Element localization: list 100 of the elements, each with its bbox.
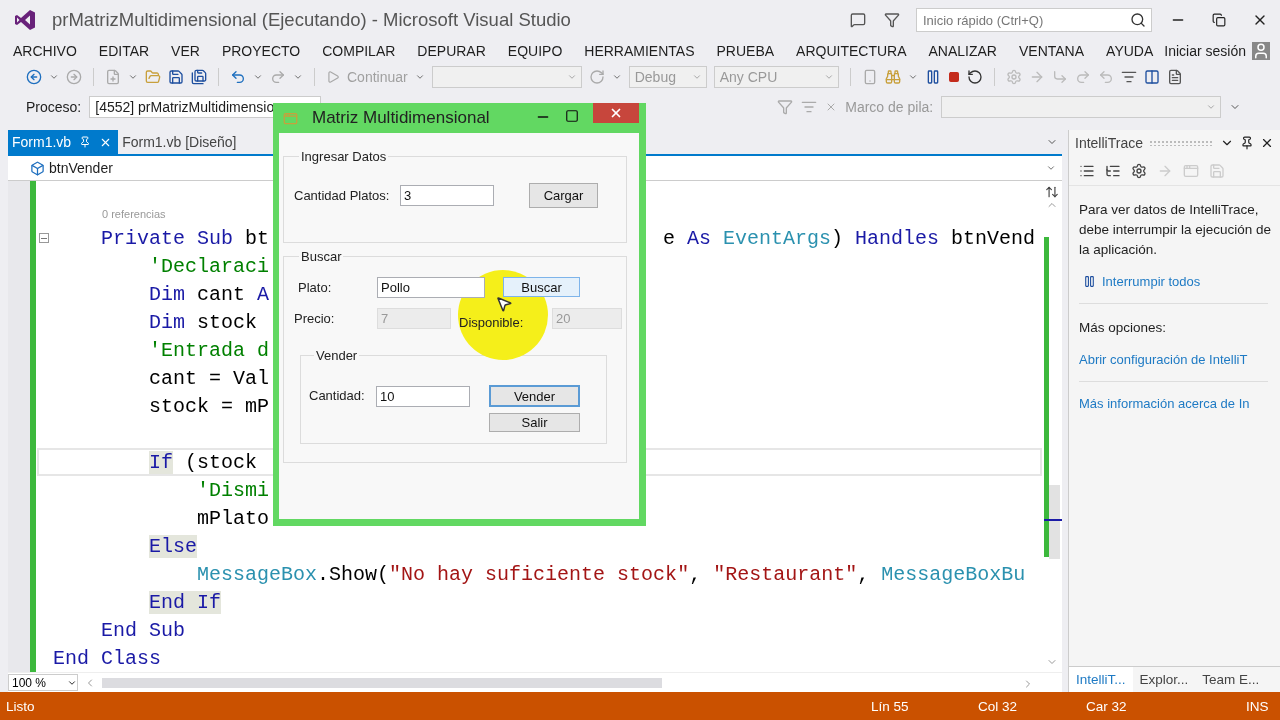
input-field[interactable]: 3 [400,184,494,206]
quick-launch-field[interactable]: Inicio rápido (Ctrl+Q) [916,8,1152,32]
member-icon [30,160,45,176]
editor-tab[interactable]: Form1.vb [Diseño] [118,130,243,154]
list-icon[interactable] [1120,69,1137,85]
filter-icon[interactable] [884,12,900,28]
exit-button[interactable]: Salir [489,412,580,432]
input-field[interactable]: Pollo [377,276,485,298]
form-icon [283,110,298,126]
member-name[interactable]: btnVender [49,160,113,176]
settings-icon[interactable] [1131,162,1147,179]
menu-item[interactable]: DEPURAR [406,43,497,59]
code-line: 'Declaraci [148,254,270,278]
panel-tab[interactable]: IntelliT... [1069,667,1133,692]
panel-tab[interactable]: Team E... [1195,667,1267,692]
code-line: mPlato [196,506,270,530]
menu-item[interactable]: ARCHIVO [2,43,88,59]
pause-icon[interactable] [1083,275,1096,288]
columns-icon[interactable] [1143,69,1160,85]
new-file-icon[interactable] [105,69,121,85]
forward-icon[interactable] [66,69,82,85]
redo-icon[interactable] [270,69,286,85]
pin-icon[interactable] [1240,136,1254,150]
window-icon[interactable] [1183,162,1199,179]
menu-item[interactable]: ANALIZAR [917,43,1008,59]
line-number: Lín 55 [871,698,910,714]
code-line: Dim stock [148,310,258,334]
step-into-icon[interactable] [1051,69,1068,85]
code-line: 'Dismi [196,478,270,502]
stack-frame-label: Marco de pila: [845,99,934,115]
step-out-icon[interactable] [1097,69,1114,85]
field-label: Cantidad Platos: [294,187,391,203]
panel-link[interactable]: Más información acerca de In [1079,396,1274,411]
options-label: Más opciones: [1079,319,1168,337]
play-icon[interactable] [326,70,340,84]
target-dropdown[interactable] [431,66,582,88]
menu-item[interactable]: PRUEBA [705,43,786,59]
find-icon[interactable] [884,69,901,85]
collapse-icon[interactable] [39,233,49,243]
save-icon[interactable] [168,69,184,85]
step-over-icon[interactable] [1074,69,1091,85]
restart-icon[interactable] [966,69,983,85]
sell-button[interactable]: Vender [489,385,580,407]
code-line: 'Entrada d [148,338,270,362]
code-line: MessageBox.Show("No hay suficiente stock", "Restaurant", MessageBoxBu [196,562,1026,586]
undo-icon[interactable] [230,69,246,85]
code-line: cant = Val [148,366,270,390]
save-all-icon[interactable] [191,69,207,85]
code-line: Private Sub bt [100,226,270,250]
code-line: Dim cant A [148,282,270,306]
group-title: Ingresar Datos [300,149,388,164]
scroll-thumb[interactable] [1049,485,1060,559]
input-field[interactable]: 10 [376,386,470,407]
zoom-dropdown[interactable]: 100 % [8,674,78,691]
document-icon[interactable] [1166,69,1183,85]
break-all-link[interactable]: Interrumpir todos [1102,274,1201,289]
code-line: stock = mP [148,394,270,418]
panel-tab[interactable]: Explor... [1132,667,1196,692]
back-icon[interactable] [26,69,42,85]
menu-item[interactable]: ARQUITECTURA [785,43,918,59]
field-label: Plato: [297,279,333,295]
code-line: e As EventArgs) Handles btnVend [663,226,1036,250]
load-button[interactable]: Cargar [529,182,598,208]
close-button[interactable] [593,103,639,123]
split-icon[interactable] [1045,185,1059,199]
pointer-icon [495,295,513,313]
menu-item[interactable]: EDITAR [87,43,161,59]
menu-item[interactable]: VENTANA [1008,43,1096,59]
menu-item[interactable]: COMPILAR [311,43,407,59]
column-number: Col 32 [978,698,1019,714]
codelens-text: 0 referencias [102,208,166,220]
menu-item[interactable]: AYUDA [1095,43,1165,59]
restore-icon[interactable] [1212,13,1226,27]
feedback-icon[interactable] [850,12,866,28]
search-icon[interactable] [1130,12,1146,28]
maximize-icon[interactable] [565,109,579,123]
close-icon[interactable] [1260,136,1274,150]
scroll-thumb[interactable] [102,677,662,688]
code-line: If (stock [148,450,258,474]
caret-marker [1044,519,1062,521]
field-label: Cantidad: [309,388,366,403]
menu-item[interactable]: VER [160,43,211,59]
char-number: Car 32 [1086,698,1128,714]
refresh-icon[interactable] [588,69,605,85]
window-title: prMatrizMultidimensional (Ejecutando) - Microsoft Visual Studio [52,9,571,31]
stack-frame-dropdown[interactable] [941,96,1222,118]
folder-icon[interactable] [145,69,161,85]
panel-title: IntelliTrace [1075,135,1143,151]
group-title: Vender [315,348,359,363]
menu-item[interactable]: HERRAMIENTAS [573,43,706,59]
user-icon[interactable] [1252,42,1270,60]
status-text: Listo [6,698,36,714]
panel-link[interactable]: Abrir configuración de IntelliT [1079,352,1274,367]
insert-mode: INS [1246,698,1270,714]
menu-item[interactable]: PROYECTO [210,43,312,59]
search-button[interactable]: Buscar [503,277,580,297]
menu-item[interactable]: EQUIPO [496,43,574,59]
stop-icon[interactable] [947,71,960,83]
sign-in-link[interactable]: Iniciar sesión [1164,43,1246,59]
info-text: Para ver datos de IntelliTrace, debe interrumpir la ejecución de la aplicación. [1079,201,1273,259]
